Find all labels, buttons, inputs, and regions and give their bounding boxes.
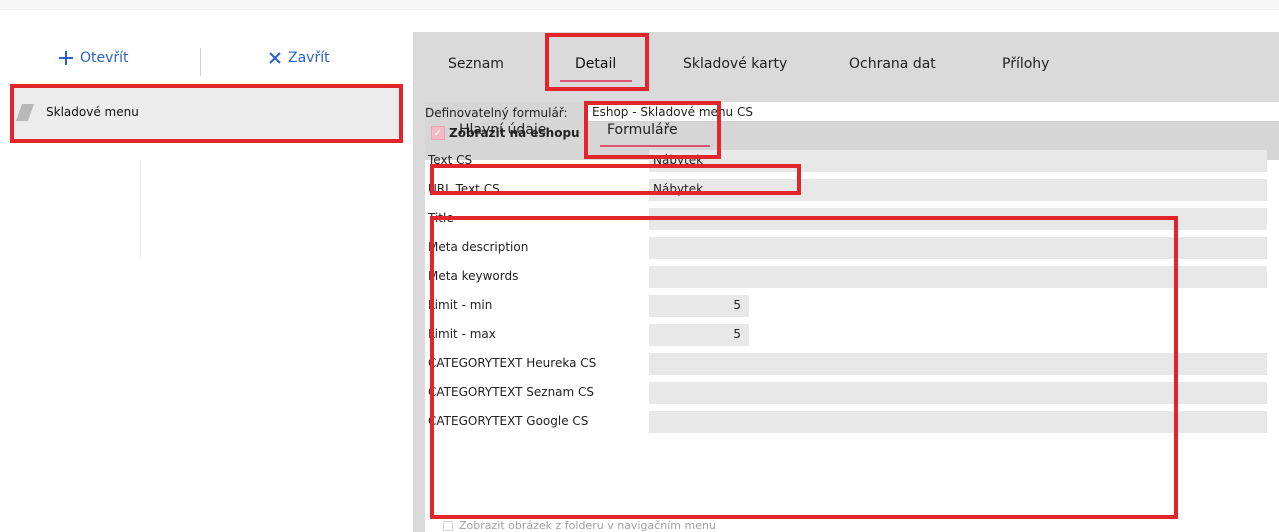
open-button[interactable]: Otevřít bbox=[58, 50, 129, 66]
field-limit-min[interactable]: 5 bbox=[649, 295, 749, 317]
menu-item-skladove-menu[interactable]: Skladové menu bbox=[10, 84, 402, 140]
field-categorytext-seznam[interactable] bbox=[649, 382, 1267, 404]
plus-icon bbox=[58, 50, 74, 66]
left-toolbar: Otevřít Zavřít bbox=[0, 40, 404, 84]
field-label: CATEGORYTEXT Heureka CS bbox=[428, 356, 597, 370]
field-row: CATEGORYTEXT Google CS bbox=[425, 408, 1267, 437]
active-tab-underline bbox=[560, 80, 632, 82]
show-image-label: Zobrazit obrázek z folderu v navigačním … bbox=[459, 519, 716, 532]
form-selector-value[interactable]: Eshop - Skladové menu CS bbox=[588, 102, 1279, 122]
field-row: Meta keywords bbox=[425, 263, 1267, 292]
field-label: Meta keywords bbox=[428, 269, 519, 283]
field-row: Limit - max 5 bbox=[425, 321, 1267, 350]
field-row: Limit - min 5 bbox=[425, 292, 1267, 321]
field-row: Meta description bbox=[425, 234, 1267, 263]
field-categorytext-google[interactable] bbox=[649, 411, 1267, 433]
field-categorytext-heureka[interactable] bbox=[649, 353, 1267, 375]
field-label: URL Text CS bbox=[428, 182, 500, 196]
checkmark-icon: ✓ bbox=[431, 126, 445, 140]
field-row: URL Text CS Nábytek bbox=[425, 176, 1267, 205]
top-strip bbox=[0, 0, 1279, 10]
field-label: CATEGORYTEXT Google CS bbox=[428, 414, 589, 428]
show-image-checkbox[interactable] bbox=[443, 521, 453, 531]
field-label: Limit - max bbox=[428, 327, 496, 341]
field-url-text-cs[interactable]: Nábytek bbox=[649, 179, 1267, 201]
toolbar-divider bbox=[200, 48, 201, 76]
form-selector-label: Definovatelný formulář: bbox=[425, 106, 568, 120]
field-label: Meta description bbox=[428, 240, 529, 254]
menu-item-label: Skladové menu bbox=[46, 105, 139, 119]
field-row: Title bbox=[425, 205, 1267, 234]
field-label: Limit - min bbox=[428, 298, 493, 312]
left-panel: Otevřít Zavřít Skladové menu bbox=[0, 40, 404, 532]
close-button-label: Zavřít bbox=[288, 50, 330, 66]
close-icon bbox=[268, 51, 282, 65]
tab-ochrana-dat[interactable]: Ochrana dat bbox=[849, 56, 936, 72]
divider bbox=[140, 160, 141, 260]
field-label: Text CS bbox=[428, 153, 473, 167]
field-text-cs[interactable]: Nábytek bbox=[649, 150, 1267, 172]
field-limit-max[interactable]: 5 bbox=[649, 324, 749, 346]
show-on-eshop-checkbox[interactable]: ✓ Zobrazit na eshopu bbox=[431, 126, 580, 140]
folder-tab-icon bbox=[14, 99, 40, 125]
close-button[interactable]: Zavřít bbox=[268, 50, 330, 66]
field-row: CATEGORYTEXT Heureka CS bbox=[425, 350, 1267, 379]
tab-detail[interactable]: Detail bbox=[575, 56, 616, 72]
field-meta-keywords[interactable] bbox=[649, 266, 1267, 288]
tab-prilohy[interactable]: Přílohy bbox=[1002, 56, 1049, 72]
field-label: CATEGORYTEXT Seznam CS bbox=[428, 385, 595, 399]
field-row: CATEGORYTEXT Seznam CS bbox=[425, 379, 1267, 408]
field-label: Title bbox=[428, 211, 454, 225]
field-title[interactable] bbox=[649, 208, 1267, 230]
tab-seznam[interactable]: Seznam bbox=[448, 56, 504, 72]
tab-formulare[interactable]: Formuláře bbox=[607, 122, 678, 138]
main-tabs: Seznam Detail Skladové karty Ochrana dat… bbox=[413, 32, 1279, 94]
detail-panel: Seznam Detail Skladové karty Ochrana dat… bbox=[413, 32, 1279, 532]
show-on-eshop-label: Zobrazit na eshopu bbox=[449, 126, 580, 140]
tab-skladove-karty[interactable]: Skladové karty bbox=[683, 56, 787, 72]
open-button-label: Otevřít bbox=[80, 50, 129, 66]
field-row: Text CS Nábytek bbox=[425, 147, 1267, 176]
field-meta-description[interactable] bbox=[649, 237, 1267, 259]
